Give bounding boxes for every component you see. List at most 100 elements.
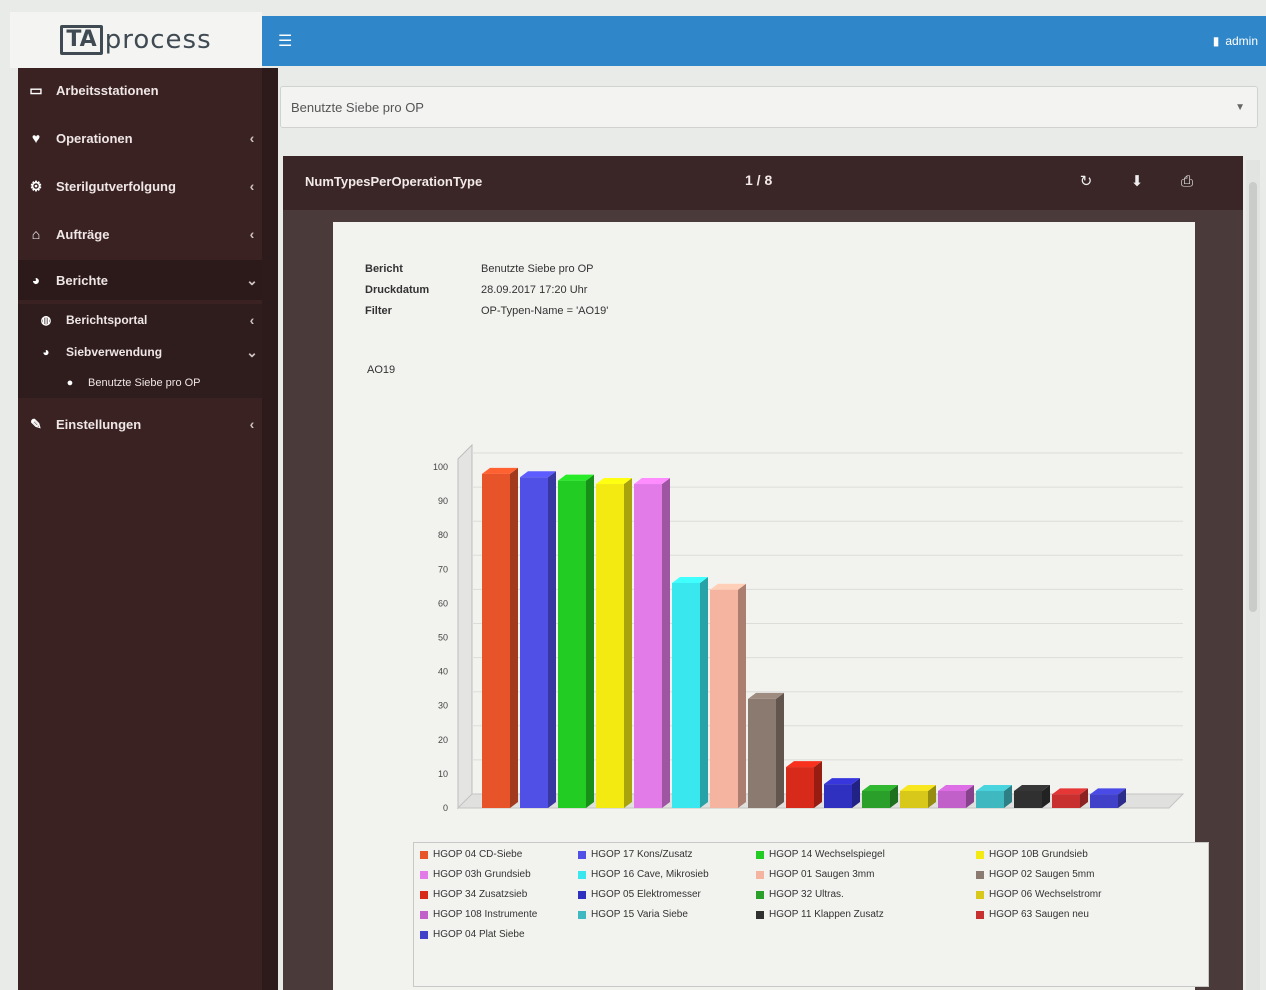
legend-item: HGOP 01 Saugen 3mm <box>756 869 968 880</box>
legend-swatch <box>756 870 764 879</box>
legend-item: HGOP 03h Grundsieb <box>420 869 570 880</box>
chart-legend: HGOP 04 CD-Siebe HGOP 17 Kons/Zusatz HGOP … <box>413 842 1209 987</box>
legend-label: HGOP 10B Grundsieb <box>989 849 1088 860</box>
menu-toggle-icon[interactable]: ☰ <box>278 31 292 51</box>
chevron-left-icon: ‹ <box>249 130 255 146</box>
legend-label: HGOP 16 Cave, Mikrosieb <box>591 869 709 880</box>
legend-swatch <box>976 910 984 919</box>
bar <box>1014 790 1042 808</box>
legend-label: HGOP 63 Saugen neu <box>989 909 1089 920</box>
legend-swatch <box>420 850 428 859</box>
sidebar-item-auftraege[interactable]: ⌂ Aufträge ‹ <box>18 214 262 254</box>
sidebar-item-benutzte-siebe[interactable]: ● Benutzte Siebe pro OP <box>18 368 262 398</box>
user-menu[interactable]: ▮ admin <box>1213 34 1258 48</box>
legend-label: HGOP 02 Saugen 5mm <box>989 869 1095 880</box>
report-select-value: Benutzte Siebe pro OP <box>291 99 424 115</box>
legend-label: HGOP 34 Zusatzsieb <box>433 889 528 900</box>
bar <box>520 477 548 808</box>
legend-item: HGOP 02 Saugen 5mm <box>976 869 1176 880</box>
bar-side <box>624 478 632 808</box>
y-tick-label: 70 <box>438 564 448 574</box>
sidebar-item-label: Aufträge <box>56 226 110 242</box>
monitor-icon: ▭ <box>29 82 43 98</box>
legend-swatch <box>420 910 428 919</box>
legend-swatch <box>420 930 428 939</box>
legend-swatch <box>420 870 428 879</box>
download-icon[interactable]: ⬇ <box>1126 171 1148 193</box>
sidebar-item-operationen[interactable]: ♥ Operationen ‹ <box>18 118 262 158</box>
bar <box>862 790 890 808</box>
legend-item: HGOP 05 Elektromesser <box>578 889 748 900</box>
bar <box>786 767 814 808</box>
sidebar-item-label: Einstellungen <box>56 416 142 432</box>
legend-label: HGOP 108 Instrumente <box>433 909 538 920</box>
legend-item: HGOP 34 Zusatzsieb <box>420 889 570 900</box>
globe-icon: ◍ <box>40 313 52 327</box>
page-indicator: 1 / 8 <box>745 172 773 188</box>
bar-side <box>548 471 556 808</box>
y-tick-label: 10 <box>438 769 448 779</box>
user-name: admin <box>1225 34 1258 48</box>
bar <box>976 790 1004 808</box>
sidebar-item-label: Berichtsportal <box>66 313 148 327</box>
viewer-scrollbar[interactable] <box>1246 160 1260 990</box>
legend-label: HGOP 03h Grundsieb <box>433 869 531 880</box>
cog-icon: ⚙ <box>29 178 43 194</box>
legend-label: HGOP 11 Klappen Zusatz <box>769 909 884 920</box>
bar-side <box>738 583 746 808</box>
sidebar-item-label: Siebverwendung <box>66 345 163 359</box>
bar <box>900 790 928 808</box>
report-viewer: NumTypesPerOperationType 1 / 8 ↻ ⬇ ⎙ Ber… <box>283 156 1243 990</box>
wrench-icon: ✎ <box>30 416 42 432</box>
bar-side <box>814 761 822 808</box>
legend-item: HGOP 10B Grundsieb <box>976 849 1176 860</box>
bar-side <box>700 576 708 808</box>
y-tick-label: 80 <box>438 530 448 540</box>
logo: TA process <box>10 12 262 68</box>
viewer-toolbar: NumTypesPerOperationType 1 / 8 ↻ ⬇ ⎙ <box>283 156 1243 210</box>
sidebar-item-sterilgutverfolgung[interactable]: ⚙ Sterilgutverfolgung ‹ <box>18 166 262 206</box>
chart-icon: ◕ <box>31 272 41 288</box>
bar <box>824 784 852 808</box>
y-tick-label: 100 <box>433 462 448 472</box>
bar <box>672 582 700 808</box>
legend-swatch <box>976 870 984 879</box>
report-select[interactable]: Benutzte Siebe pro OP ▼ <box>280 86 1258 128</box>
top-bar: ☰ ▮ admin <box>262 16 1266 66</box>
rotate-icon[interactable]: ↻ <box>1075 171 1097 193</box>
legend-swatch <box>420 890 428 899</box>
legend-item: HGOP 15 Varia Siebe <box>578 909 748 920</box>
legend-swatch <box>976 850 984 859</box>
legend-label: HGOP 06 Wechselstromr <box>989 889 1102 900</box>
legend-label: HGOP 01 Saugen 3mm <box>769 869 875 880</box>
sidebar-item-arbeitsstationen[interactable]: ▭ Arbeitsstationen <box>18 70 262 110</box>
chart-icon: ◕ <box>42 345 50 359</box>
y-tick-label: 30 <box>438 701 448 711</box>
sidebar-item-berichtsportal[interactable]: ◍ Berichtsportal ‹ <box>18 304 262 336</box>
chevron-left-icon: ‹ <box>249 416 255 432</box>
bar <box>710 589 738 808</box>
legend-label: HGOP 04 Plat Siebe <box>433 929 525 940</box>
legend-swatch <box>578 870 586 879</box>
y-tick-label: 40 <box>438 667 448 677</box>
legend-item: HGOP 06 Wechselstromr <box>976 889 1176 900</box>
dot-icon: ● <box>66 377 74 389</box>
scrollbar-thumb[interactable] <box>1249 182 1257 612</box>
legend-label: HGOP 32 Ultras. <box>769 889 844 900</box>
sidebar-item-einstellungen[interactable]: ✎ Einstellungen ‹ <box>18 404 262 444</box>
legend-label: HGOP 14 Wechselspiegel <box>769 849 885 860</box>
sidebar: ▭ Arbeitsstationen ♥ Operationen ‹ ⚙ Ste… <box>18 68 262 990</box>
legend-swatch <box>578 890 586 899</box>
print-icon[interactable]: ⎙ <box>1176 171 1198 193</box>
sidebar-item-label: Arbeitsstationen <box>56 82 159 98</box>
heart-icon: ♥ <box>31 130 41 146</box>
chevron-left-icon: ‹ <box>249 178 255 194</box>
legend-item: HGOP 63 Saugen neu <box>976 909 1176 920</box>
legend-swatch <box>578 850 586 859</box>
logo-text: process <box>104 25 212 55</box>
bar <box>596 484 624 808</box>
sidebar-item-berichte[interactable]: ◕ Berichte ⌄ <box>18 260 262 300</box>
sidebar-item-siebverwendung[interactable]: ◕ Siebverwendung ⌄ <box>18 336 262 368</box>
legend-item: HGOP 17 Kons/Zusatz <box>578 849 748 860</box>
chevron-down-icon: ▼ <box>1235 101 1245 113</box>
